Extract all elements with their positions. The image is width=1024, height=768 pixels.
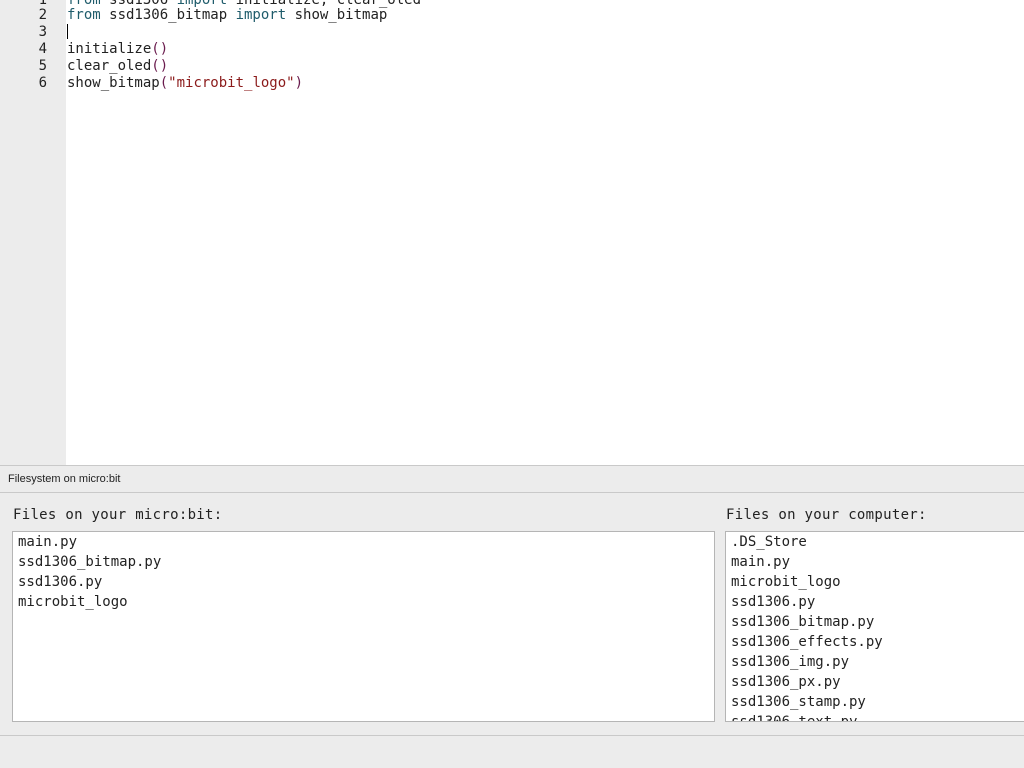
code-line-5[interactable]: clear_oled() bbox=[67, 58, 168, 75]
function-name: clear_oled bbox=[67, 58, 152, 74]
string-literal: "microbit_logo" bbox=[168, 75, 295, 91]
function-name: show_bitmap bbox=[67, 75, 160, 91]
function-name: initialize bbox=[67, 41, 152, 57]
line-number-gutter: 1 2 3 4 5 6 bbox=[0, 0, 66, 465]
computer-files-label: Files on your computer: bbox=[726, 507, 927, 523]
filesystem-pane-titlebar[interactable]: Filesystem on micro:bit bbox=[0, 465, 1024, 493]
computer-file-item[interactable]: ssd1306_bitmap.py bbox=[731, 612, 874, 632]
parentheses: () bbox=[151, 41, 169, 57]
computer-file-item[interactable]: ssd1306_text.py bbox=[731, 712, 857, 721]
microbit-file-item[interactable]: ssd1306_bitmap.py bbox=[18, 552, 161, 572]
close-paren: ) bbox=[294, 75, 304, 91]
filesystem-panel: Files on your micro:bit: main.py ssd1306… bbox=[0, 493, 1024, 735]
line-number: 6 bbox=[38, 75, 47, 91]
line-number: 3 bbox=[38, 24, 47, 40]
computer-file-item[interactable]: ssd1306_effects.py bbox=[731, 632, 883, 652]
microbit-files-label: Files on your micro:bit: bbox=[13, 507, 223, 523]
keyword: import bbox=[235, 7, 287, 23]
microbit-file-item[interactable]: microbit_logo bbox=[18, 592, 128, 612]
text-cursor bbox=[67, 24, 68, 39]
computer-file-item[interactable]: main.py bbox=[731, 552, 790, 572]
computer-file-item[interactable]: microbit_logo bbox=[731, 572, 841, 592]
microbit-file-item[interactable]: ssd1306.py bbox=[18, 572, 102, 592]
code-line-2[interactable]: from ssd1306_bitmap import show_bitmap bbox=[67, 7, 387, 24]
computer-file-item[interactable]: ssd1306.py bbox=[731, 592, 815, 612]
code-line-4[interactable]: initialize() bbox=[67, 41, 168, 58]
line-number: 2 bbox=[38, 7, 47, 23]
computer-file-list[interactable]: .DS_Store main.py microbit_logo ssd1306.… bbox=[725, 531, 1024, 722]
filesystem-pane-title: Filesystem on micro:bit bbox=[8, 473, 121, 485]
code-line-6[interactable]: show_bitmap("microbit_logo") bbox=[67, 75, 303, 92]
computer-file-item[interactable]: ssd1306_stamp.py bbox=[731, 692, 866, 712]
parentheses: () bbox=[151, 58, 169, 74]
keyword: from bbox=[67, 7, 101, 23]
code-editor[interactable]: 1 2 3 4 5 6 from ssd1306 import initiali… bbox=[0, 0, 1024, 465]
status-bar bbox=[0, 735, 1024, 768]
line-number: 5 bbox=[38, 58, 47, 74]
computer-file-item[interactable]: .DS_Store bbox=[731, 532, 807, 552]
microbit-file-list[interactable]: main.py ssd1306_bitmap.py ssd1306.py mic… bbox=[12, 531, 715, 722]
computer-file-item[interactable]: ssd1306_px.py bbox=[731, 672, 841, 692]
microbit-file-item[interactable]: main.py bbox=[18, 532, 77, 552]
module-name: ssd1306_bitmap bbox=[100, 7, 236, 23]
computer-file-item[interactable]: ssd1306_img.py bbox=[731, 652, 849, 672]
line-number: 4 bbox=[38, 41, 47, 57]
open-paren: ( bbox=[159, 75, 169, 91]
import-names: show_bitmap bbox=[286, 7, 388, 23]
